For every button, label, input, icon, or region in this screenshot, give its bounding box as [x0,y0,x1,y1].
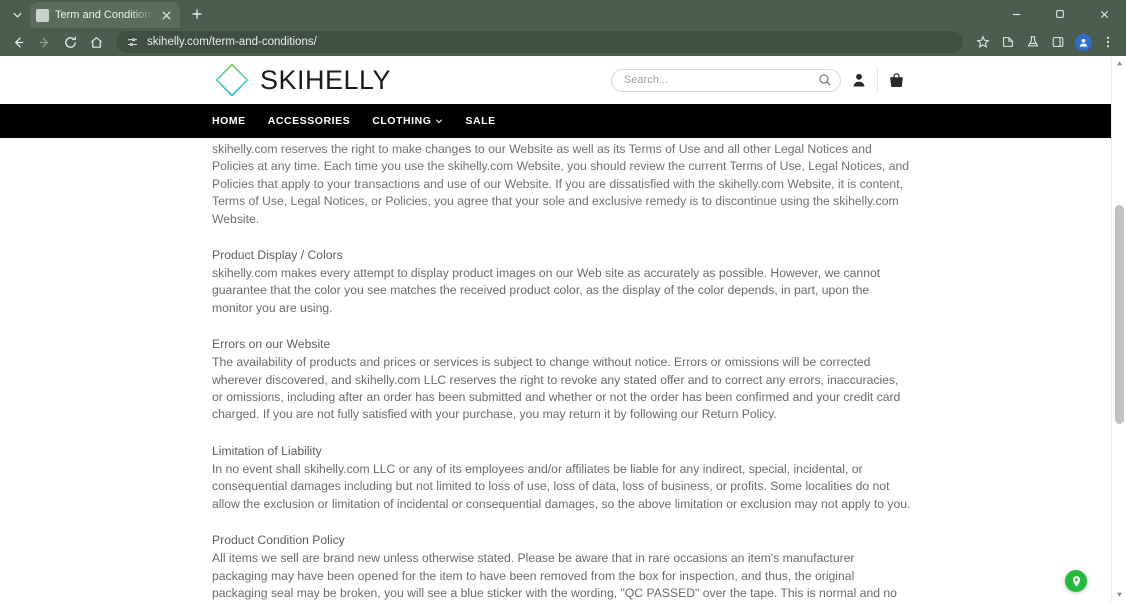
section-body: skihelly.com makes every attempt to disp… [212,266,881,315]
page-viewport: SKIHELLY Search... HOME ACCESSORIES CLOT… [0,56,1126,602]
bookmark-star-icon[interactable] [971,30,995,54]
paragraph-text: skihelly.com reserves the right to make … [212,142,910,226]
site-logo-text: SKIHELLY [260,64,392,95]
nav-label: ACCESSORIES [267,115,351,127]
page-content: skihelly.com reserves the right to make … [0,138,1111,602]
scroll-down-icon[interactable] [1112,587,1126,602]
reload-icon[interactable] [58,30,82,54]
profile-avatar[interactable] [1071,30,1095,54]
search-icon[interactable] [818,73,832,87]
chevron-down-icon [436,119,443,124]
forward-icon[interactable] [32,30,56,54]
experiments-flask-icon[interactable] [1021,30,1045,54]
share-icon[interactable] [996,30,1020,54]
browser-tab[interactable]: Term and Conditions - skihelly | [30,2,180,28]
browser-window: Term and Conditions - skihelly | [0,0,1126,602]
maximize-icon[interactable] [1038,0,1082,28]
site-search[interactable] [611,68,841,92]
window-controls [994,0,1126,28]
nav-label: SALE [465,115,496,127]
section-heading: Product Display / Colors [212,248,343,263]
address-bar[interactable]: skihelly.com/term-and-conditions/ [116,31,963,53]
nav-item-home[interactable]: HOME [212,115,246,127]
header-actions [611,56,914,104]
home-icon[interactable] [84,30,108,54]
back-icon[interactable] [6,30,30,54]
section-errors-on-our-website: Errors on our Website The availability o… [212,336,912,424]
account-icon[interactable] [841,56,877,104]
cart-icon[interactable] [878,56,914,104]
search-input[interactable] [624,74,812,86]
minimize-icon[interactable] [994,0,1038,28]
location-pin-badge[interactable] [1065,570,1087,592]
web-page: SKIHELLY Search... HOME ACCESSORIES CLOT… [0,56,1111,602]
section-body: The availability of products and prices … [212,355,901,422]
nav-label: CLOTHING [372,115,432,127]
section-heading: Errors on our Website [212,337,331,352]
site-logo[interactable]: SKIHELLY [213,61,391,99]
section-body: In no event shall skihelly.com LLC or an… [212,461,911,511]
location-pin-icon [1072,575,1080,587]
url-text: skihelly.com/term-and-conditions/ [147,36,317,48]
section-body: All items we sell are brand new unless o… [212,551,897,600]
tab-favicon-icon [36,8,49,22]
close-window-icon[interactable] [1082,0,1126,28]
browser-menu-icon[interactable] [1096,30,1120,54]
section-product-display-colors: Product Display / Colors skihelly.com ma… [212,247,912,317]
close-icon[interactable] [159,8,174,23]
nav-item-clothing[interactable]: CLOTHING [372,115,443,127]
tab-title: Term and Conditions - skihelly | [55,9,153,21]
site-header: SKIHELLY [0,56,1111,104]
tab-search-icon[interactable] [4,1,30,27]
site-settings-icon [128,37,137,46]
new-tab-icon[interactable] [184,1,210,27]
section-product-condition-policy: Product Condition Policy All items we se… [212,532,912,602]
terms-intro-paragraph: skihelly.com reserves the right to make … [212,141,912,228]
page-scrollbar[interactable] [1111,56,1126,602]
section-heading: Product Condition Policy [212,533,345,548]
scrollbar-thumb[interactable] [1115,205,1124,424]
nav-item-sale[interactable]: SALE [465,115,495,127]
section-heading: Limitation of Liability [212,443,322,458]
nav-item-accessories[interactable]: ACCESSORIES [268,115,350,127]
section-limitation-of-liability: Limitation of Liability In no event shal… [212,443,912,513]
browser-toolbar: skihelly.com/term-and-conditions/ [0,28,1126,56]
toolbar-actions [971,30,1120,54]
skihelly-logo-icon [215,63,249,97]
main-navigation: HOME ACCESSORIES CLOTHING SALE [0,104,1111,138]
scroll-up-icon[interactable] [1112,56,1126,71]
tab-strip: Term and Conditions - skihelly | [0,0,1126,28]
side-panel-icon[interactable] [1046,30,1070,54]
nav-label: HOME [212,115,246,127]
